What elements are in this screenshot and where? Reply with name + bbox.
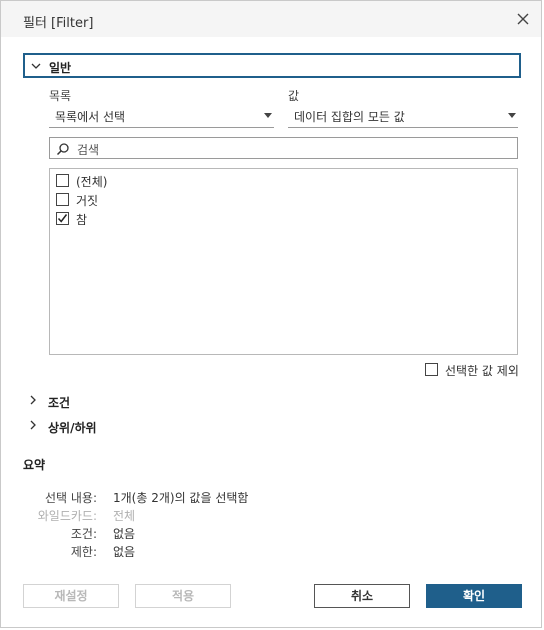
dropdown-arrow-icon xyxy=(264,113,272,118)
exclude-label: 선택한 값 제외 xyxy=(445,364,519,378)
summary-condition-key: 조건: xyxy=(70,527,97,541)
chevron-down-icon xyxy=(30,60,42,72)
value-label: 값 xyxy=(288,89,300,103)
list-mode-value: 목록에서 선택 xyxy=(55,110,126,124)
list-mode-dropdown[interactable]: 목록에서 선택 xyxy=(49,105,274,128)
cancel-button[interactable]: 취소 xyxy=(314,584,410,608)
condition-section-header[interactable]: 조건 xyxy=(23,392,143,410)
search-icon xyxy=(56,142,70,156)
summary-title: 요약 xyxy=(23,458,46,472)
list-item-label: 거짓 xyxy=(76,194,99,208)
checkbox[interactable] xyxy=(425,363,438,376)
summary-wildcard-value: 전체 xyxy=(113,509,136,523)
close-icon[interactable] xyxy=(515,11,531,27)
summary-selection-value: 1개(총 2개)의 값을 선택함 xyxy=(113,491,249,505)
condition-section-label: 조건 xyxy=(48,396,71,410)
general-section-header[interactable]: 일반 xyxy=(23,53,521,78)
dialog-title: 필터 [Filter] xyxy=(23,16,94,31)
checkbox[interactable] xyxy=(56,174,69,187)
ok-button[interactable]: 확인 xyxy=(426,584,522,608)
summary-limit-value: 없음 xyxy=(113,545,136,559)
chevron-right-icon xyxy=(27,419,39,431)
top-bottom-section-header[interactable]: 상위/하위 xyxy=(23,417,143,435)
value-list[interactable]: (전체) 거짓 참 xyxy=(49,168,518,355)
title-bar: 필터 [Filter] xyxy=(1,1,541,37)
reset-button[interactable]: 재설정 xyxy=(23,584,119,608)
summary-limit-key: 제한: xyxy=(70,545,97,559)
list-label: 목록 xyxy=(49,89,72,103)
filter-dialog: 필터 [Filter] 일반 목록 값 목록에서 선택 데이터 집합의 모든 값… xyxy=(0,0,542,628)
checkbox-checked[interactable] xyxy=(56,212,69,225)
list-item-label: 참 xyxy=(76,213,88,227)
value-mode-value: 데이터 집합의 모든 값 xyxy=(294,110,405,124)
value-mode-dropdown[interactable]: 데이터 집합의 모든 값 xyxy=(288,105,518,128)
chevron-right-icon xyxy=(27,394,39,406)
summary-selection-key: 선택 내용: xyxy=(44,491,97,505)
general-section-label: 일반 xyxy=(49,61,72,75)
top-bottom-section-label: 상위/하위 xyxy=(48,421,97,435)
search-input[interactable]: 검색 xyxy=(49,137,518,159)
checkbox[interactable] xyxy=(56,193,69,206)
summary-condition-value: 없음 xyxy=(113,527,136,541)
search-placeholder: 검색 xyxy=(77,143,100,157)
apply-button[interactable]: 적용 xyxy=(135,584,231,608)
summary-wildcard-key: 와일드카드: xyxy=(37,509,97,523)
list-item-label: (전체) xyxy=(76,175,108,189)
dropdown-arrow-icon xyxy=(508,113,516,118)
